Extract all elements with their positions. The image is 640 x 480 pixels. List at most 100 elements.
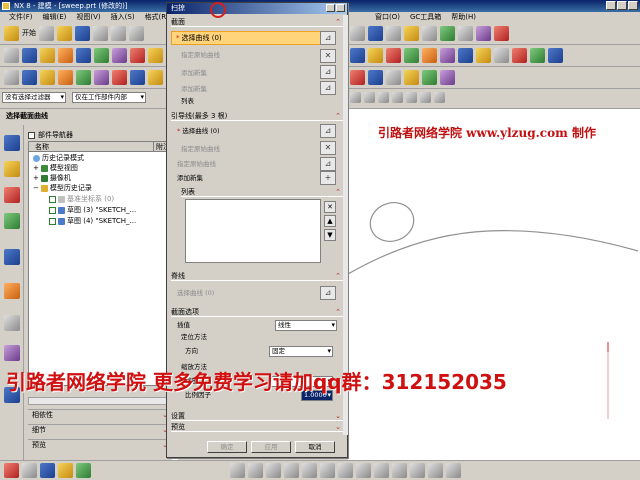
menu-insert[interactable]: 插入(S)	[106, 12, 140, 23]
save-icon[interactable]	[75, 26, 90, 41]
reuse-library-icon[interactable]	[4, 213, 20, 229]
sketch-icon[interactable]	[494, 26, 509, 41]
history-icon[interactable]	[4, 283, 20, 299]
spine-select-curve[interactable]: 选择曲线 (0)	[177, 289, 214, 298]
snap-existing-icon[interactable]	[420, 92, 431, 103]
maximize-button[interactable]	[617, 1, 627, 10]
minimize-button[interactable]	[606, 1, 616, 10]
wcs-icon[interactable]	[422, 26, 437, 41]
process-studio-icon[interactable]	[4, 345, 20, 361]
system-materials-icon[interactable]	[4, 315, 20, 331]
section-options-group[interactable]: 截面选项 ⌃	[171, 307, 343, 317]
datum-plane-icon[interactable]	[22, 70, 37, 85]
offset-face-icon[interactable]	[548, 48, 563, 63]
circle-icon[interactable]	[284, 463, 299, 478]
start-icon[interactable]	[4, 26, 19, 41]
spine-curve-button[interactable]: ⊿	[320, 286, 336, 300]
render-style-icon[interactable]	[368, 26, 383, 41]
snap-onpoint-icon[interactable]	[434, 92, 445, 103]
column-name[interactable]: 名称	[35, 142, 49, 152]
menu-edit[interactable]: 编辑(E)	[38, 12, 72, 23]
interpolation-select[interactable]: 线性	[275, 320, 337, 331]
spline-icon[interactable]	[386, 70, 401, 85]
datum-axis-icon[interactable]	[40, 70, 55, 85]
unite-icon[interactable]	[350, 48, 365, 63]
list-move-up-button[interactable]: ▲	[324, 215, 336, 227]
datum-csys-icon[interactable]	[58, 70, 73, 85]
quick-trim-icon[interactable]	[428, 463, 443, 478]
offset-icon[interactable]	[410, 463, 425, 478]
settings-group[interactable]: 设置 ⌄	[171, 411, 343, 421]
arc-icon[interactable]	[266, 463, 281, 478]
pattern-icon[interactable]	[494, 48, 509, 63]
section-preview[interactable]: 预览⌄	[28, 439, 172, 450]
select-section-curve[interactable]: * 选择曲线 (0)	[171, 31, 321, 45]
block-icon[interactable]	[58, 48, 73, 63]
view-orient-icon[interactable]	[386, 26, 401, 41]
snap-center-icon[interactable]	[378, 92, 389, 103]
layer-icon[interactable]	[404, 26, 419, 41]
specify-origin-button[interactable]: ⊿	[320, 65, 336, 79]
section-group[interactable]: 截面 ⌃	[171, 17, 343, 27]
intersect-icon[interactable]	[386, 48, 401, 63]
mesh-surface-icon[interactable]	[94, 70, 109, 85]
direction-select[interactable]: 固定	[269, 346, 333, 357]
web-browser-icon[interactable]	[4, 249, 20, 265]
snap-midpoint-icon[interactable]	[364, 92, 375, 103]
boss-icon[interactable]	[148, 48, 163, 63]
bounded-plane-icon[interactable]	[130, 70, 145, 85]
tree-item-model-views[interactable]: + 模型视图	[33, 164, 78, 173]
project-curve-icon[interactable]	[422, 70, 437, 85]
visibility-checkbox[interactable]	[49, 207, 56, 214]
curve-select-icon[interactable]	[58, 463, 73, 478]
snap-view-icon[interactable]	[440, 26, 455, 41]
trim-body-icon[interactable]	[512, 48, 527, 63]
helix-icon[interactable]	[404, 70, 419, 85]
point-icon[interactable]	[4, 70, 19, 85]
dialog-title-bar[interactable]: 扫掠	[167, 3, 347, 14]
copy-icon[interactable]	[111, 26, 126, 41]
cone-icon[interactable]	[94, 48, 109, 63]
list-move-down-button[interactable]: ▼	[324, 229, 336, 241]
sphere-icon[interactable]	[112, 48, 127, 63]
expand-plus-icon[interactable]: +	[33, 164, 39, 173]
menu-gc-toolbox[interactable]: GC工具箱	[405, 12, 446, 23]
draft-icon[interactable]	[458, 48, 473, 63]
line-icon[interactable]	[248, 463, 263, 478]
guide-add-set-button[interactable]: +	[320, 171, 336, 185]
selection-arrow-icon[interactable]	[4, 463, 19, 478]
tree-item-sketch-4[interactable]: 草图 (4) "SKETCH_...	[49, 217, 136, 226]
cut-icon[interactable]	[93, 26, 108, 41]
spine-group[interactable]: 脊线 ⌃	[171, 271, 343, 281]
sweep-icon[interactable]	[112, 70, 127, 85]
start-label[interactable]: 开始	[22, 26, 36, 41]
snap-endpoint-icon[interactable]	[350, 92, 361, 103]
list-label[interactable]: 列表	[181, 97, 194, 106]
cancel-button[interactable]: 取消	[295, 441, 335, 453]
cylinder-icon[interactable]	[76, 48, 91, 63]
section-dependencies[interactable]: 相依性⌄	[28, 409, 172, 420]
face-select-icon[interactable]	[76, 463, 91, 478]
fillet-icon[interactable]	[302, 463, 317, 478]
extrude-icon[interactable]	[22, 48, 37, 63]
tree-item-model-history[interactable]: − 模型历史记录	[33, 184, 92, 193]
view-fit-icon[interactable]	[350, 26, 365, 41]
subtract-icon[interactable]	[368, 48, 383, 63]
offset-curve-icon[interactable]	[440, 70, 455, 85]
part-navigator-icon[interactable]	[4, 187, 20, 203]
ok-button[interactable]: 确定	[207, 441, 247, 453]
add-new-set-button[interactable]: ⊿	[320, 81, 336, 95]
menu-file[interactable]: 文件(F)	[4, 12, 38, 23]
paste-icon[interactable]	[129, 26, 144, 41]
shell-icon[interactable]	[440, 48, 455, 63]
close-button[interactable]	[628, 1, 638, 10]
feature-select-icon[interactable]	[40, 463, 55, 478]
guide-reverse-button[interactable]: ✕	[320, 141, 336, 155]
hole-icon[interactable]	[130, 48, 145, 63]
snap-intersection-icon[interactable]	[406, 92, 417, 103]
guide-origin-button[interactable]: ⊿	[320, 157, 336, 171]
point-tool-icon[interactable]	[392, 463, 407, 478]
chamfer-icon[interactable]	[422, 48, 437, 63]
sketch-tool-icon[interactable]	[4, 48, 19, 63]
menu-window[interactable]: 窗口(O)	[370, 12, 405, 23]
